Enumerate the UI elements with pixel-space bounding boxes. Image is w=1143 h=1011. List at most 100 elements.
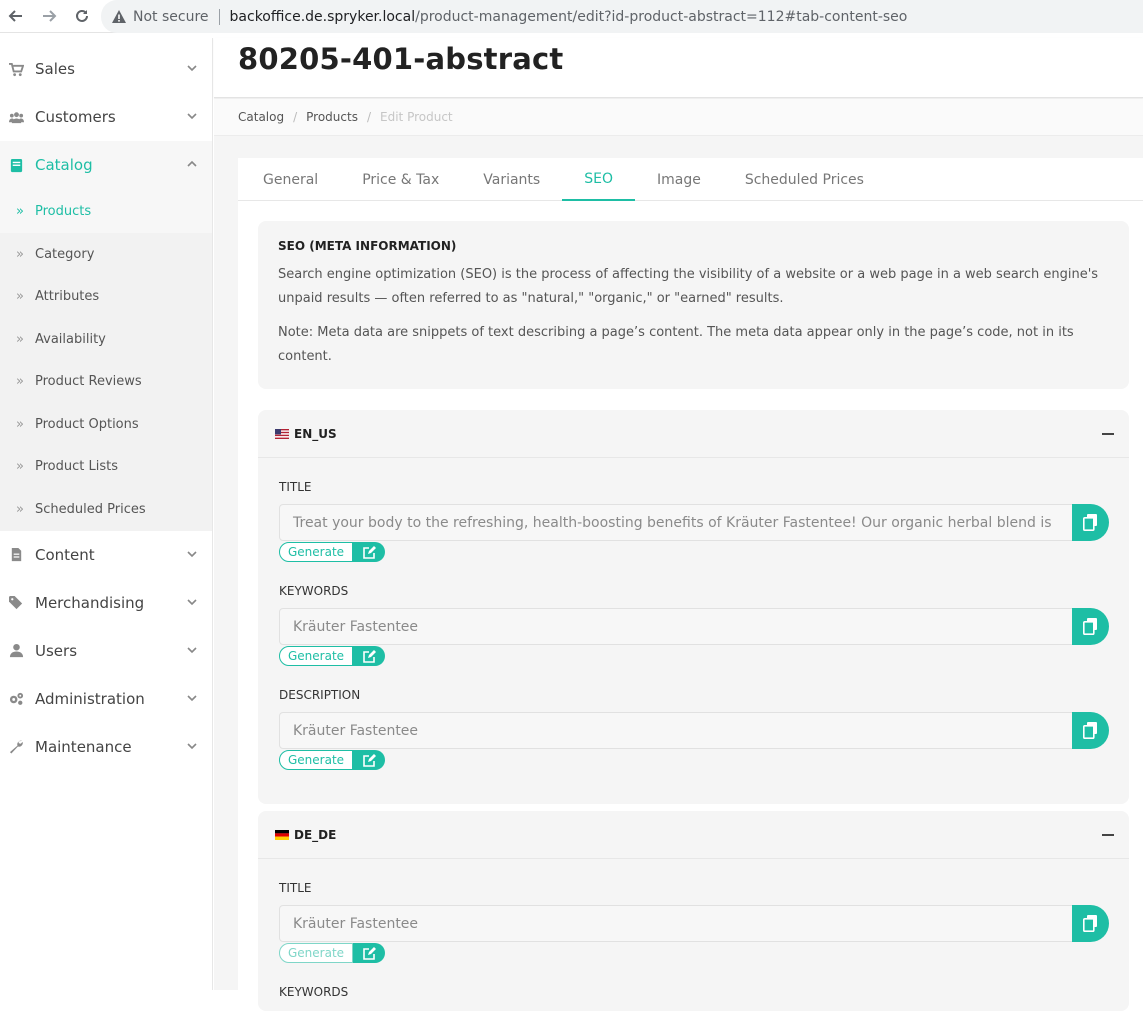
forward-button[interactable] [35,2,63,30]
copy-icon [1083,618,1097,635]
sidebar-subitem-product-lists[interactable]: » Product Lists [0,446,212,489]
sidebar-item-users[interactable]: Users [0,627,212,675]
warning-icon [112,9,126,23]
copy-button[interactable] [1072,905,1109,942]
subitem-label: Category [35,246,95,262]
chevron-down-icon [187,65,197,72]
seo-field-title: TITLE Kräuter Fastentee Generate [279,881,1109,963]
tab-variants[interactable]: Variants [461,158,562,201]
sidebar-item-customers[interactable]: Customers [0,93,212,141]
catalog-submenu: » Products » Category » Attributes » Availab… [0,189,212,531]
address-bar[interactable]: Not secure backoffice.de.spryker.local/p… [101,0,1143,33]
sidebar-item-label: Customers [35,108,116,126]
field-label: TITLE [279,881,312,895]
seo-field-keywords: KEYWORDS Kräuter Fastentee Generate [279,584,1109,666]
double-chevron-right-icon: » [16,501,24,517]
sidebar-subitem-product-reviews[interactable]: » Product Reviews [0,361,212,404]
sidebar-subitem-attributes[interactable]: » Attributes [0,276,212,319]
info-text: Search engine optimization (SEO) is the … [278,267,1099,306]
users-icon [8,109,24,125]
sidebar-subitem-category[interactable]: » Category [0,233,212,276]
field-label: KEYWORDS [279,985,349,999]
book-icon [8,157,24,173]
collapse-icon[interactable] [1102,433,1114,435]
copy-button[interactable] [1072,608,1109,645]
tab-bar: General Price & Tax Variants SEO Image S… [238,158,1143,201]
page-title: 80205-401-abstract [238,42,564,76]
sidebar-item-label: Content [35,545,95,564]
generate-button[interactable]: Generate [279,646,354,666]
seo-field-description: DESCRIPTION Kräuter Fastentee Generate [279,688,1109,770]
title-input[interactable]: Kräuter Fastentee [279,905,1079,942]
breadcrumb-separator: / [366,110,372,124]
field-label: TITLE [279,480,312,494]
locale-panel-de-de: DE_DE TITLE Kräuter Fastentee Generate K… [258,811,1129,1011]
edit-button[interactable] [353,943,386,963]
sidebar-subitem-availability[interactable]: » Availability [0,318,212,361]
sidebar-item-maintenance[interactable]: Maintenance [0,723,212,771]
arrow-left-icon [8,10,22,22]
generate-button[interactable]: Generate [279,943,354,963]
copy-button[interactable] [1072,504,1109,541]
page-header: 80205-401-abstract [214,38,1143,98]
tab-price-tax[interactable]: Price & Tax [340,158,461,201]
tab-seo[interactable]: SEO [562,158,635,201]
double-chevron-right-icon: » [16,246,24,262]
file-icon [8,547,24,563]
wrench-icon [8,739,24,755]
sidebar-item-content[interactable]: Content [0,531,212,579]
subitem-label: Product Lists [35,459,118,475]
chevron-down-icon [187,742,197,749]
keywords-input[interactable]: Kräuter Fastentee [279,608,1079,645]
title-input[interactable]: Treat your body to the refreshing, healt… [279,504,1079,541]
copy-button[interactable] [1072,712,1109,749]
double-chevron-right-icon: » [16,203,24,219]
sidebar-subitem-product-options[interactable]: » Product Options [0,403,212,446]
field-label: KEYWORDS [279,584,349,598]
sidebar-subitem-scheduled-prices[interactable]: » Scheduled Prices [0,488,212,531]
edit-button[interactable] [353,646,386,666]
description-input[interactable]: Kräuter Fastentee [279,712,1079,749]
generate-button[interactable]: Generate [279,750,354,770]
browser-toolbar: Not secure backoffice.de.spryker.local/p… [0,0,1143,33]
edit-icon [362,946,376,960]
reload-button[interactable] [68,2,96,30]
collapse-icon[interactable] [1102,834,1114,836]
chevron-down-icon [187,113,197,120]
reload-icon [76,9,88,22]
back-button[interactable] [2,2,30,30]
sidebar-item-label: Sales [35,60,75,78]
info-title: SEO (META INFORMATION) [278,239,457,253]
sidebar-item-administration[interactable]: Administration [0,675,212,723]
locale-code: EN_US [294,426,337,441]
sidebar-subitem-products[interactable]: » Products [0,189,212,233]
edit-button[interactable] [353,542,386,562]
tab-general[interactable]: General [238,158,340,201]
breadcrumb-products[interactable]: Products [306,110,358,124]
edit-button[interactable] [353,750,386,770]
locale-header[interactable]: EN_US [258,410,1129,458]
url-path: /product-management/edit?id-product-abst… [415,8,908,25]
tab-image[interactable]: Image [635,158,723,201]
breadcrumb-separator: / [293,110,298,124]
edit-icon [362,545,376,559]
sidebar-item-label: Maintenance [35,737,132,756]
sidebar-item-catalog[interactable]: Catalog [0,141,212,189]
tags-icon [8,595,24,611]
us-flag-icon [275,428,289,439]
chevron-down-icon [187,694,197,701]
locale-header[interactable]: DE_DE [258,811,1129,859]
breadcrumb-catalog[interactable]: Catalog [238,110,284,124]
sidebar: Sales Customers Catalog » Products » Categ… [0,38,213,990]
subitem-label: Product Options [35,416,139,432]
double-chevron-right-icon: » [16,331,24,347]
omnibox-divider [218,8,220,25]
subitem-label: Attributes [35,289,100,305]
sidebar-item-sales[interactable]: Sales [0,45,212,93]
field-label: DESCRIPTION [279,688,361,702]
sidebar-item-label: Catalog [35,156,93,174]
sidebar-item-merchandising[interactable]: Merchandising [0,579,212,627]
tab-scheduled-prices[interactable]: Scheduled Prices [723,158,886,201]
generate-button[interactable]: Generate [279,542,354,562]
double-chevron-right-icon: » [16,289,24,305]
